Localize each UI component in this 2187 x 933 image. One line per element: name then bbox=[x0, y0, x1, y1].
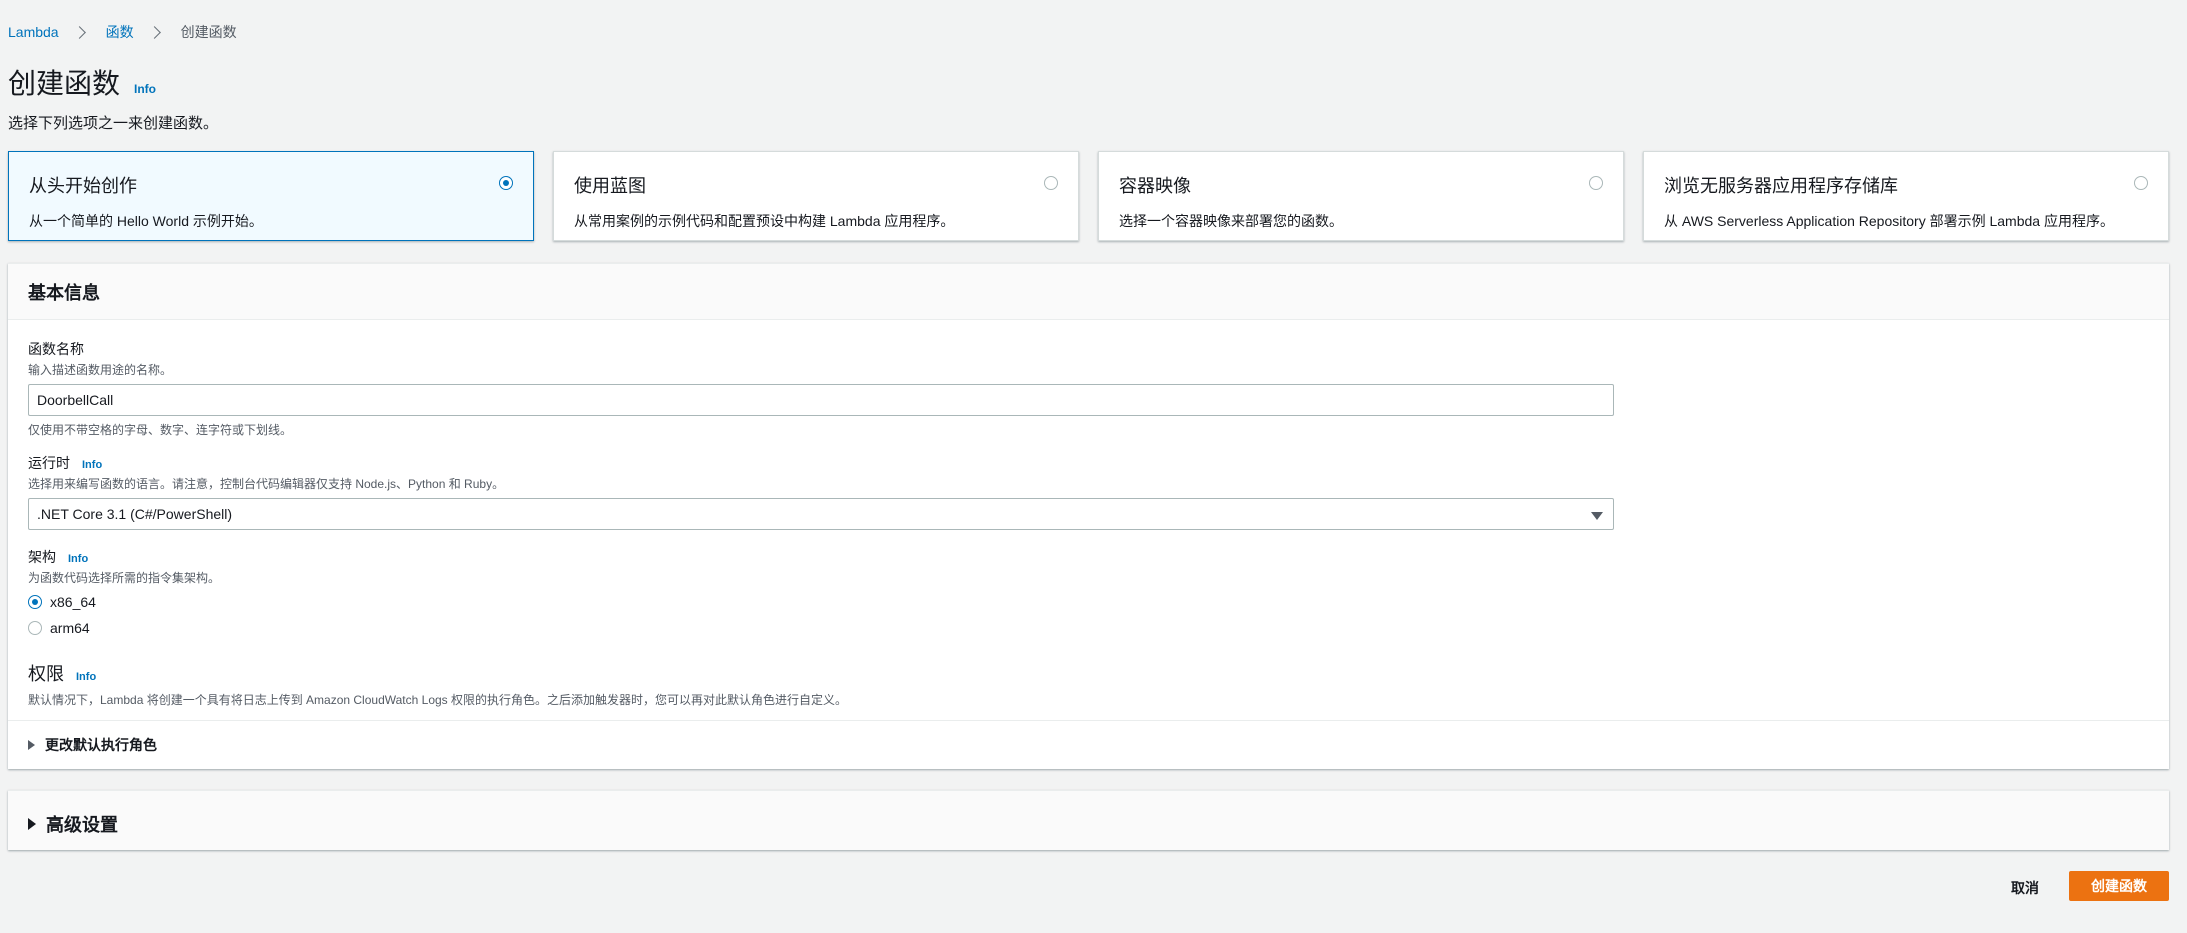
option-serverless-repo[interactable]: 浏览无服务器应用程序存储库 从 AWS Serverless Applicati… bbox=[1643, 151, 2169, 241]
page-description: 选择下列选项之一来创建函数。 bbox=[8, 115, 219, 132]
breadcrumb-lambda[interactable]: Lambda bbox=[8, 24, 59, 40]
function-name-field: 函数名称 输入描述函数用途的名称。 DoorbellCall 仅使用不带空格的字… bbox=[28, 339, 1614, 438]
function-name-constraint: 仅使用不带空格的字母、数字、连字符或下划线。 bbox=[28, 423, 293, 437]
radio-button[interactable] bbox=[28, 621, 42, 635]
function-name-description: 输入描述函数用途的名称。 bbox=[28, 363, 173, 377]
runtime-label-text: 运行时 bbox=[28, 455, 70, 471]
function-name-label-text: 函数名称 bbox=[28, 341, 84, 357]
architecture-info-link[interactable]: Info bbox=[68, 553, 88, 565]
advanced-settings-expander[interactable]: 高级设置 bbox=[28, 811, 118, 837]
caret-right-icon bbox=[28, 818, 36, 830]
chevron-right-icon bbox=[72, 25, 86, 39]
chevron-right-icon bbox=[147, 25, 161, 39]
option-description: 从常用案例的示例代码和配置预设中构建 Lambda 应用程序。 bbox=[574, 213, 955, 229]
architecture-field: 架构 Info 为函数代码选择所需的指令集架构。 x86_64 arm64 bbox=[28, 547, 220, 636]
page-title: 创建函数 Info bbox=[8, 62, 156, 102]
option-radio[interactable] bbox=[2134, 176, 2148, 190]
option-title: 浏览无服务器应用程序存储库 bbox=[1664, 176, 1898, 196]
runtime-label: 运行时 Info bbox=[28, 453, 1614, 473]
permissions-description: 默认情况下，Lambda 将创建一个具有将日志上传到 Amazon CloudW… bbox=[28, 693, 847, 707]
option-author-from-scratch[interactable]: 从头开始创作 从一个简单的 Hello World 示例开始。 bbox=[8, 151, 534, 241]
option-description: 从一个简单的 Hello World 示例开始。 bbox=[29, 213, 263, 229]
architecture-label-text: 架构 bbox=[28, 549, 56, 565]
option-title: 从头开始创作 bbox=[29, 176, 137, 196]
runtime-field: 运行时 Info 选择用来编写函数的语言。请注意，控制台代码编辑器仅支持 Nod… bbox=[28, 453, 1614, 530]
runtime-value: .NET Core 3.1 (C#/PowerShell) bbox=[37, 506, 233, 522]
page-title-text: 创建函数 bbox=[8, 68, 121, 99]
breadcrumb-functions[interactable]: 函数 bbox=[106, 22, 134, 42]
change-execution-role-expander[interactable]: 更改默认执行角色 bbox=[28, 735, 157, 755]
function-name-input[interactable]: DoorbellCall bbox=[28, 384, 1614, 416]
permissions-info-link[interactable]: Info bbox=[76, 671, 96, 683]
option-title: 使用蓝图 bbox=[574, 176, 646, 196]
creation-options: 从头开始创作 从一个简单的 Hello World 示例开始。 使用蓝图 从常用… bbox=[8, 151, 2169, 241]
advanced-settings-label: 高级设置 bbox=[46, 815, 118, 835]
create-function-button[interactable]: 创建函数 bbox=[2069, 871, 2169, 901]
breadcrumb: Lambda 函数 创建函数 bbox=[8, 22, 237, 42]
architecture-option-label: x86_64 bbox=[50, 594, 96, 610]
option-container-image[interactable]: 容器映像 选择一个容器映像来部署您的函数。 bbox=[1098, 151, 1624, 241]
runtime-description: 选择用来编写函数的语言。请注意，控制台代码编辑器仅支持 Node.js、Pyth… bbox=[28, 477, 505, 491]
architecture-option-label: arm64 bbox=[50, 620, 90, 636]
basic-info-header: 基本信息 bbox=[8, 264, 2169, 320]
divider bbox=[8, 720, 2169, 721]
architecture-option-x86[interactable]: x86_64 bbox=[28, 594, 220, 610]
breadcrumb-current: 创建函数 bbox=[180, 24, 237, 40]
architecture-label: 架构 Info bbox=[28, 547, 220, 567]
permissions-title-text: 权限 bbox=[28, 664, 64, 684]
option-description: 从 AWS Serverless Application Repository … bbox=[1664, 213, 2114, 229]
architecture-option-arm64[interactable]: arm64 bbox=[28, 620, 220, 636]
change-execution-role-label: 更改默认执行角色 bbox=[45, 737, 157, 753]
basic-info-panel: 基本信息 函数名称 输入描述函数用途的名称。 DoorbellCall 仅使用不… bbox=[8, 263, 2169, 769]
cancel-button[interactable]: 取消 bbox=[2000, 873, 2050, 903]
architecture-description: 为函数代码选择所需的指令集架构。 bbox=[28, 571, 221, 585]
runtime-select[interactable]: .NET Core 3.1 (C#/PowerShell) bbox=[28, 498, 1614, 530]
permissions-section: 权限 Info 默认情况下，Lambda 将创建一个具有将日志上传到 Amazo… bbox=[28, 660, 847, 708]
option-radio[interactable] bbox=[1589, 176, 1603, 190]
option-title: 容器映像 bbox=[1119, 176, 1191, 196]
function-name-label: 函数名称 bbox=[28, 339, 1614, 359]
option-use-blueprint[interactable]: 使用蓝图 从常用案例的示例代码和配置预设中构建 Lambda 应用程序。 bbox=[553, 151, 1079, 241]
option-description: 选择一个容器映像来部署您的函数。 bbox=[1119, 213, 1343, 229]
runtime-info-link[interactable]: Info bbox=[82, 459, 102, 471]
advanced-settings-panel: 高级设置 bbox=[8, 790, 2169, 850]
function-name-value: DoorbellCall bbox=[37, 392, 114, 408]
option-radio[interactable] bbox=[499, 176, 513, 190]
page-info-link[interactable]: Info bbox=[134, 82, 156, 96]
option-radio[interactable] bbox=[1044, 176, 1058, 190]
caret-right-icon bbox=[28, 740, 35, 750]
caret-down-icon bbox=[1591, 512, 1603, 520]
radio-button[interactable] bbox=[28, 595, 42, 609]
permissions-title: 权限 Info bbox=[28, 660, 847, 686]
